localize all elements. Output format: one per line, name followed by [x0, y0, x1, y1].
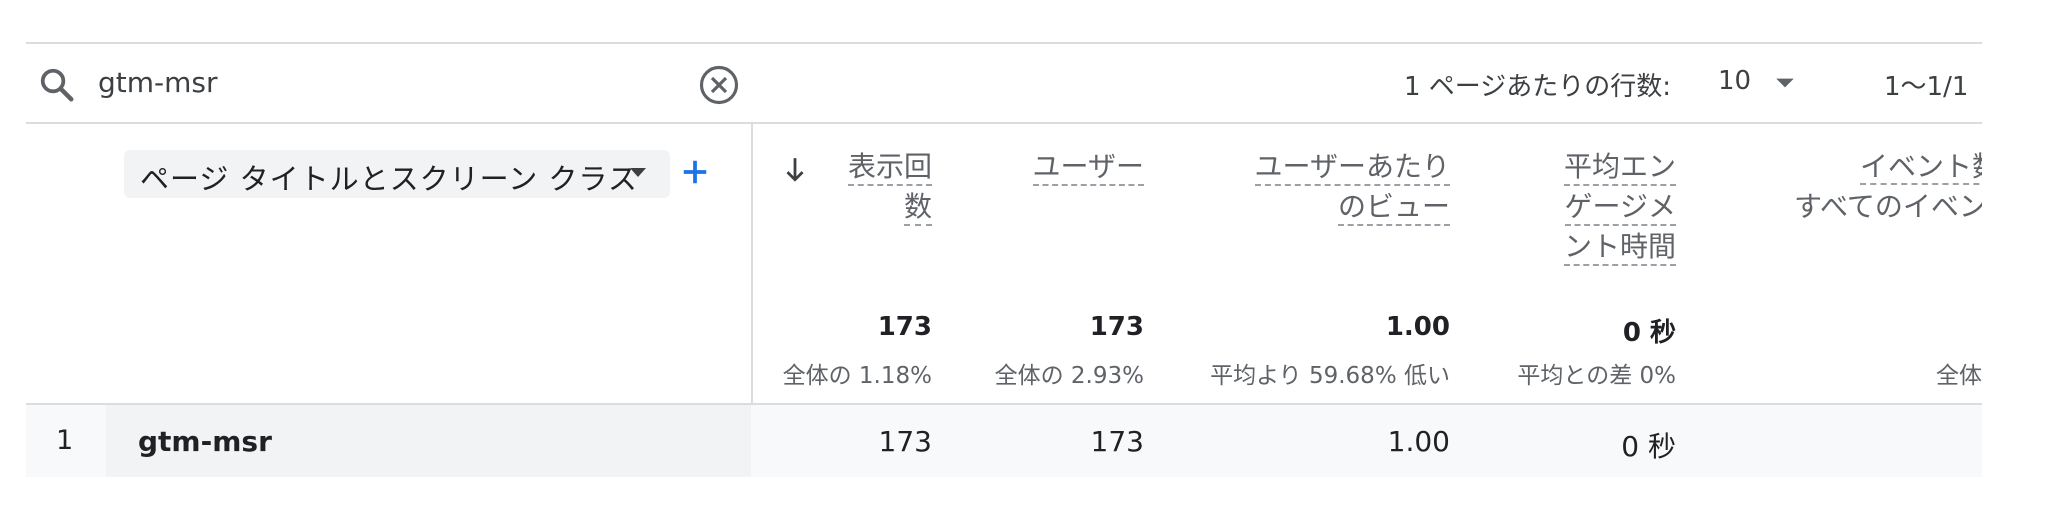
page-range: 1〜1/1	[1884, 72, 1969, 102]
total-sub: 全体	[1936, 363, 1982, 389]
total-value: 173	[1089, 312, 1144, 342]
total-value: 173	[877, 312, 932, 342]
top-divider	[26, 42, 1982, 44]
row-index: 1	[56, 425, 74, 456]
rows-per-page-select[interactable]: 10	[1718, 66, 1751, 96]
total-sub: 平均より 59.68% 低い	[1210, 363, 1450, 389]
column-header-line: ゲージメ	[1564, 190, 1676, 226]
column-header-line: のビュー	[1337, 190, 1450, 226]
total-sub: 全体の 2.93%	[994, 363, 1144, 389]
search-icon	[40, 68, 74, 102]
column-header-views[interactable]: 表示回 数	[800, 147, 932, 227]
total-value: 1.00	[1385, 312, 1450, 342]
dimension-label: ページ タイトルとスクリーン クラス	[140, 162, 638, 196]
cell-views-per-user: 1.00	[1387, 425, 1450, 458]
chevron-down-icon[interactable]	[1774, 76, 1796, 90]
column-header-line: 数	[903, 190, 932, 226]
column-header-users[interactable]: ユーザー	[960, 147, 1144, 187]
column-header-line: 表示回	[847, 150, 932, 186]
column-header-views-per-user[interactable]: ユーザーあたり のビュー	[1160, 147, 1450, 227]
column-header-avg-engagement-time[interactable]: 平均エン ゲージメ ント時間	[1490, 147, 1676, 267]
clear-search-icon[interactable]	[698, 64, 740, 106]
row-dimension-value[interactable]: gtm-msr	[138, 425, 272, 458]
total-sub: 平均との差 0%	[1517, 363, 1676, 389]
column-header-line: ユーザー	[1032, 150, 1144, 186]
column-header-line: すべてのイベン	[1794, 190, 1982, 223]
column-header-line: ユーザーあたり	[1254, 150, 1450, 186]
header-divider	[26, 122, 1982, 124]
total-value: 0 秒	[1622, 318, 1676, 348]
cell-users: 173	[1090, 425, 1144, 458]
column-header-line: 平均エン	[1563, 150, 1676, 186]
rows-per-page-label: 1 ページあたりの行数:	[1404, 72, 1672, 102]
column-header-line: ント時間	[1563, 230, 1676, 266]
search-input[interactable]: gtm-msr	[98, 66, 218, 99]
cell-avg-engagement-time: 0 秒	[1621, 430, 1676, 463]
cell-views: 173	[878, 425, 932, 458]
dimension-dropdown-icon[interactable]	[628, 167, 648, 179]
add-dimension-icon[interactable]	[680, 157, 710, 187]
total-sub: 全体の 1.18%	[782, 363, 932, 389]
column-header-event-count[interactable]: イベント数 すべてのイベン	[1700, 140, 1982, 260]
column-header-line: イベント数	[1860, 150, 1982, 185]
